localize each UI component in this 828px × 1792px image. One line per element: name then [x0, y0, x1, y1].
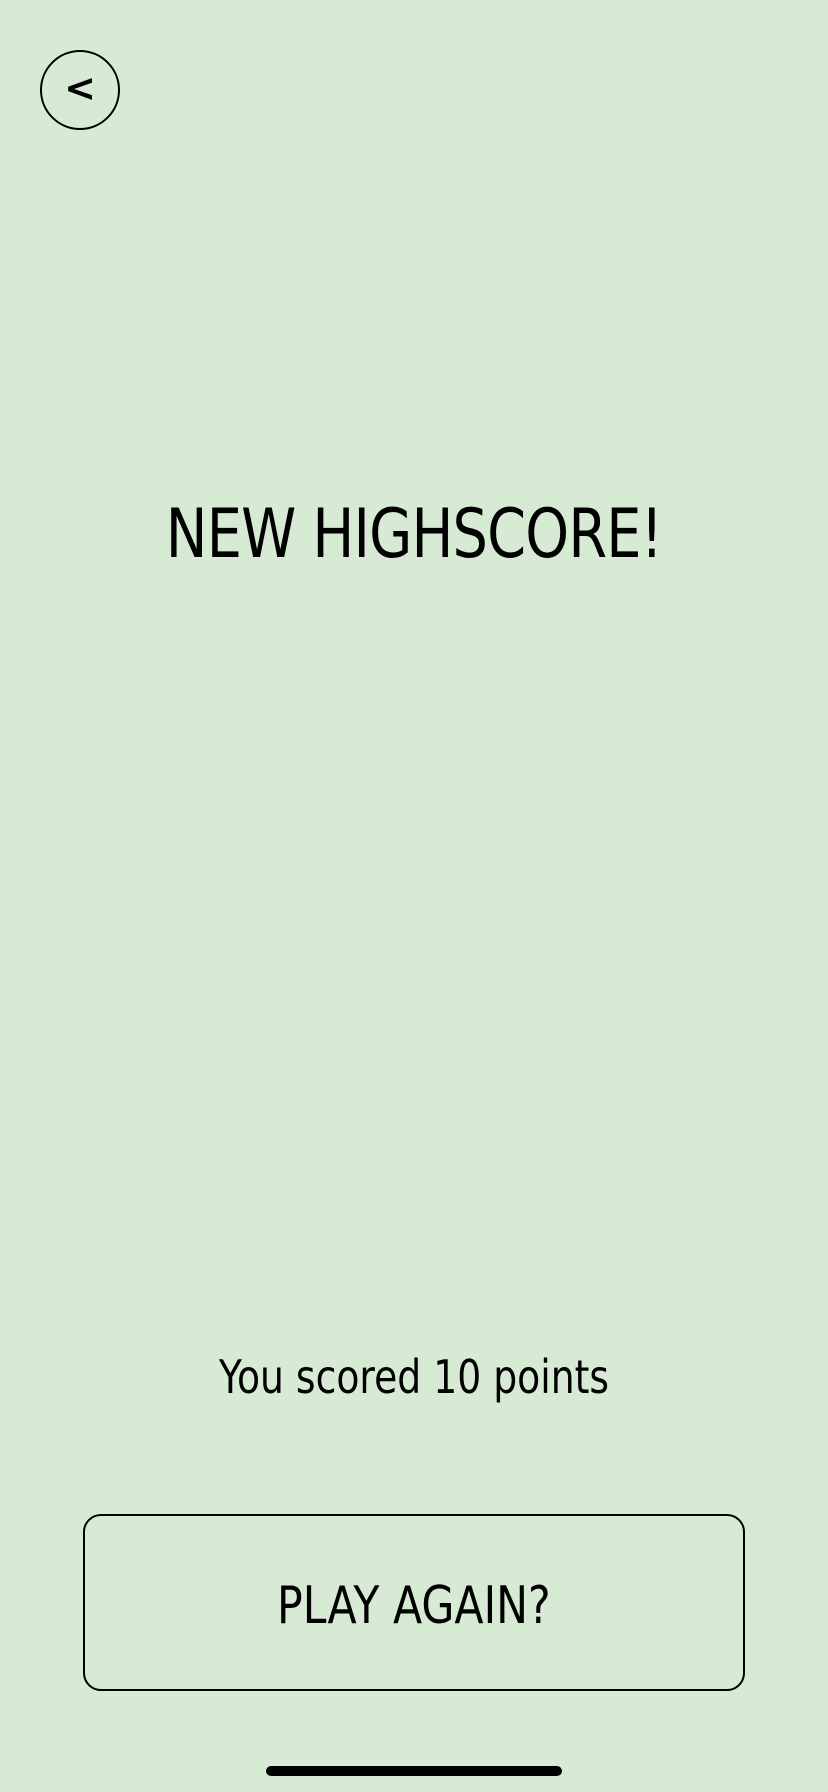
play-again-label: PLAY AGAIN? [277, 1575, 551, 1636]
chevron-left-icon: < [64, 66, 96, 110]
back-button[interactable]: < [40, 50, 120, 130]
home-indicator[interactable] [266, 1766, 562, 1776]
play-again-button[interactable]: PLAY AGAIN? [83, 1514, 745, 1691]
score-message: You scored 10 points [218, 1350, 610, 1404]
page-title: NEW HIGHSCORE! [165, 495, 663, 574]
